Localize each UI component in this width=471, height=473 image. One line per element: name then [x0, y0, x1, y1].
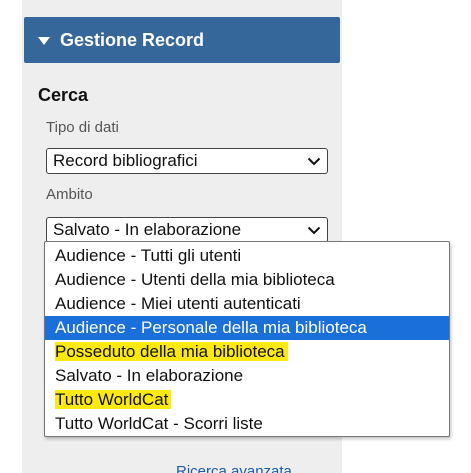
dropdown-option[interactable]: Salvato - In elaborazione: [45, 364, 449, 388]
option-label: Tutto WorldCat - Scorri liste: [55, 414, 263, 433]
option-label: Audience - Tutti gli utenti: [55, 246, 242, 265]
chevron-down-icon: [301, 226, 327, 235]
dropdown-option-selected[interactable]: Audience - Personale della mia bibliotec…: [45, 316, 449, 340]
data-type-label: Tipo di dati: [46, 119, 119, 136]
option-label: Audience - Utenti della mia biblioteca: [55, 270, 335, 289]
dropdown-option[interactable]: Audience - Tutti gli utenti: [45, 244, 449, 268]
scope-dropdown-list: Audience - Tutti gli utenti Audience - U…: [44, 241, 450, 437]
scope-select[interactable]: Salvato - In elaborazione: [46, 217, 328, 243]
section-title: Cerca: [38, 85, 89, 105]
screen: Gestione Record Cerca Tipo di dati Recor…: [0, 0, 471, 473]
dropdown-option[interactable]: Tutto WorldCat: [45, 388, 449, 412]
data-type-select[interactable]: Record bibliografici: [46, 148, 328, 174]
option-label: Audience - Personale della mia bibliotec…: [55, 318, 367, 337]
option-label-highlighted: Posseduto della mia biblioteca: [55, 342, 288, 361]
chevron-down-icon: [301, 157, 327, 166]
caret-down-icon: [38, 36, 50, 45]
option-label-highlighted: Tutto WorldCat: [55, 390, 172, 409]
panel-title: Gestione Record: [60, 29, 205, 50]
dropdown-option[interactable]: Audience - Miei utenti autenticati: [45, 292, 449, 316]
panel-header[interactable]: Gestione Record: [24, 17, 340, 63]
advanced-search-link[interactable]: Ricerca avanzata: [176, 463, 292, 473]
dropdown-option[interactable]: Audience - Utenti della mia biblioteca: [45, 268, 449, 292]
option-label: Salvato - In elaborazione: [55, 366, 244, 385]
data-type-value: Record bibliografici: [53, 151, 198, 170]
dropdown-option[interactable]: Tutto WorldCat - Scorri liste: [45, 412, 449, 436]
scope-label: Ambito: [46, 186, 93, 203]
option-label: Audience - Miei utenti autenticati: [55, 294, 301, 313]
dropdown-option[interactable]: Posseduto della mia biblioteca: [45, 340, 449, 364]
scope-value: Salvato - In elaborazione: [53, 220, 242, 239]
